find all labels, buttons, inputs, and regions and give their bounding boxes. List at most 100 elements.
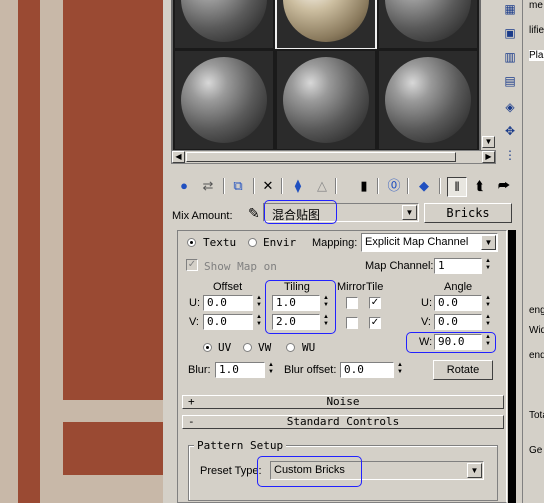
material-toolbar: ● ⇄ ⧉ ✕ ⧫ △ ▮ ⓪ ◆ ‖ ⮬ ⮫ bbox=[171, 175, 516, 197]
make-preview-icon[interactable]: ▤ bbox=[501, 72, 519, 90]
mapping-value: Explicit Map Channel bbox=[365, 236, 469, 248]
mirror-header: Mirror bbox=[337, 281, 366, 293]
copy-material-icon[interactable]: ⧫ bbox=[289, 177, 307, 195]
environ-radio[interactable] bbox=[248, 238, 257, 247]
make-unique-icon[interactable]: △ bbox=[313, 177, 331, 195]
map-type-button[interactable]: Bricks bbox=[424, 203, 512, 223]
mirror-v-checkbox[interactable] bbox=[346, 317, 358, 329]
toolbar-divider bbox=[253, 178, 255, 194]
vw-radio[interactable] bbox=[243, 343, 252, 352]
sample-slot[interactable] bbox=[173, 49, 275, 151]
backlight-icon[interactable]: ▣ bbox=[501, 24, 519, 42]
options-icon[interactable]: ◈ bbox=[501, 98, 519, 116]
panel-text: lifie bbox=[529, 25, 544, 36]
sample-slots bbox=[171, 0, 496, 151]
spinner-arrows-icon[interactable]: ▲ ▼ bbox=[483, 258, 493, 274]
annotation-highlight bbox=[406, 332, 496, 353]
offset-u-field[interactable]: 0.0 bbox=[203, 295, 253, 311]
offset-header: Offset bbox=[213, 281, 243, 293]
toolbar-divider bbox=[377, 178, 379, 194]
scroll-right-icon[interactable]: ▶ bbox=[482, 151, 495, 163]
get-material-icon[interactable]: ● bbox=[175, 177, 193, 195]
panel-text[interactable]: Pla bbox=[529, 50, 544, 61]
spinner-arrows-icon[interactable]: ▲ ▼ bbox=[483, 295, 493, 311]
sample-slot-active[interactable] bbox=[275, 0, 377, 50]
scroll-thumb[interactable] bbox=[186, 152, 456, 162]
show-map-on-checkbox[interactable]: ✓ bbox=[186, 259, 198, 271]
toolbar-divider bbox=[439, 178, 441, 194]
panel-text: Tota bbox=[529, 410, 544, 421]
standard-controls-rollout-header[interactable]: - Standard Controls bbox=[182, 415, 504, 429]
show-end-result-icon[interactable]: ‖ bbox=[447, 177, 467, 197]
panel-text: me bbox=[529, 0, 543, 11]
checker-background-icon[interactable]: ▦ bbox=[501, 0, 519, 18]
scroll-down-icon[interactable]: ▼ bbox=[482, 136, 495, 148]
spinner-arrows-icon[interactable]: ▲ ▼ bbox=[254, 314, 264, 330]
panel-text: Ge bbox=[529, 445, 543, 456]
assign-material-icon[interactable]: ⧉ bbox=[229, 177, 247, 195]
show-map-in-viewport-icon[interactable]: ◆ bbox=[415, 177, 433, 195]
slots-horizontal-scrollbar[interactable]: ◀ ▶ bbox=[171, 150, 496, 164]
sample-sphere bbox=[385, 57, 471, 143]
panel-text: Wid bbox=[529, 325, 544, 336]
offset-v-field[interactable]: 0.0 bbox=[203, 314, 253, 330]
uv-radio[interactable] bbox=[203, 343, 212, 352]
angle-v-field[interactable]: 0.0 bbox=[434, 314, 482, 330]
texture-radio-label: Textu bbox=[203, 236, 237, 249]
blur-offset-field[interactable]: 0.0 bbox=[340, 362, 394, 378]
map-channel-field[interactable]: 1 bbox=[434, 258, 482, 274]
put-to-library-icon[interactable]: ▮ bbox=[355, 177, 373, 195]
command-panel-edge: me lifie Pla eng Wid end Tota Ge bbox=[522, 0, 544, 503]
sample-slot[interactable] bbox=[173, 0, 275, 50]
angle-header: Angle bbox=[444, 281, 473, 293]
spinner-arrows-icon[interactable]: ▲ ▼ bbox=[483, 314, 493, 330]
sample-slot[interactable] bbox=[377, 49, 479, 151]
toolbar-divider bbox=[407, 178, 409, 194]
sample-sphere bbox=[181, 0, 267, 42]
tile-v-checkbox[interactable]: ✓ bbox=[369, 317, 381, 329]
mortar-band bbox=[0, 0, 18, 503]
go-forward-to-sibling-icon[interactable]: ⮫ bbox=[495, 177, 513, 195]
select-by-material-icon[interactable]: ✥ bbox=[501, 122, 519, 140]
material-effects-channel-icon[interactable]: ⓪ bbox=[385, 177, 403, 195]
toolbar-divider bbox=[281, 178, 283, 194]
eyedropper-icon[interactable]: ✎ bbox=[248, 205, 260, 222]
blur-field[interactable]: 1.0 bbox=[215, 362, 265, 378]
vw-radio-label: VW bbox=[258, 341, 272, 354]
show-map-on-label: Show Map on bbox=[204, 260, 277, 273]
brick-strip bbox=[18, 0, 40, 503]
spinner-arrows-icon[interactable]: ▲ ▼ bbox=[266, 362, 276, 378]
u-label: U: bbox=[189, 297, 200, 309]
environ-radio-label: Envir bbox=[263, 236, 297, 249]
wu-radio-label: WU bbox=[302, 341, 316, 354]
chevron-down-icon[interactable]: ▼ bbox=[467, 463, 482, 478]
texture-radio[interactable] bbox=[187, 238, 196, 247]
v-label: V: bbox=[189, 316, 199, 328]
rotate-button[interactable]: Rotate bbox=[433, 360, 493, 380]
sample-sphere bbox=[283, 0, 369, 42]
spinner-arrows-icon[interactable]: ▲ ▼ bbox=[254, 295, 264, 311]
go-to-parent-icon[interactable]: ⮬ bbox=[471, 177, 489, 195]
reset-map-icon[interactable]: ✕ bbox=[259, 177, 277, 195]
angle-u-field[interactable]: 0.0 bbox=[434, 295, 482, 311]
color-check-icon[interactable]: ▥ bbox=[501, 48, 519, 66]
side-toolbar: ▦ ▣ ▥ ▤ ◈ ✥ ⋮ bbox=[498, 0, 522, 175]
tile-u-checkbox[interactable]: ✓ bbox=[369, 297, 381, 309]
sample-slot[interactable] bbox=[377, 0, 479, 50]
sample-slot[interactable] bbox=[275, 49, 377, 151]
scroll-left-icon[interactable]: ◀ bbox=[172, 151, 185, 163]
slots-vertical-scrollbar[interactable]: ▼ bbox=[481, 0, 496, 150]
mirror-u-checkbox[interactable] bbox=[346, 297, 358, 309]
material-navigator-icon[interactable]: ⋮ bbox=[501, 146, 519, 164]
mapping-dropdown[interactable]: Explicit Map Channel ▼ bbox=[361, 233, 498, 252]
spinner-arrows-icon[interactable]: ▲ ▼ bbox=[395, 362, 405, 378]
pattern-setup-label: Pattern Setup bbox=[194, 439, 287, 452]
put-to-scene-icon[interactable]: ⇄ bbox=[199, 177, 217, 195]
chevron-down-icon[interactable]: ▼ bbox=[481, 235, 496, 250]
chevron-down-icon[interactable]: ▼ bbox=[402, 205, 417, 220]
noise-rollout-header[interactable]: + Noise bbox=[182, 395, 504, 409]
toolbar-divider bbox=[335, 178, 337, 194]
panel-scrollbar[interactable] bbox=[508, 230, 516, 503]
wu-radio[interactable] bbox=[286, 343, 295, 352]
annotation-highlight bbox=[264, 200, 337, 224]
